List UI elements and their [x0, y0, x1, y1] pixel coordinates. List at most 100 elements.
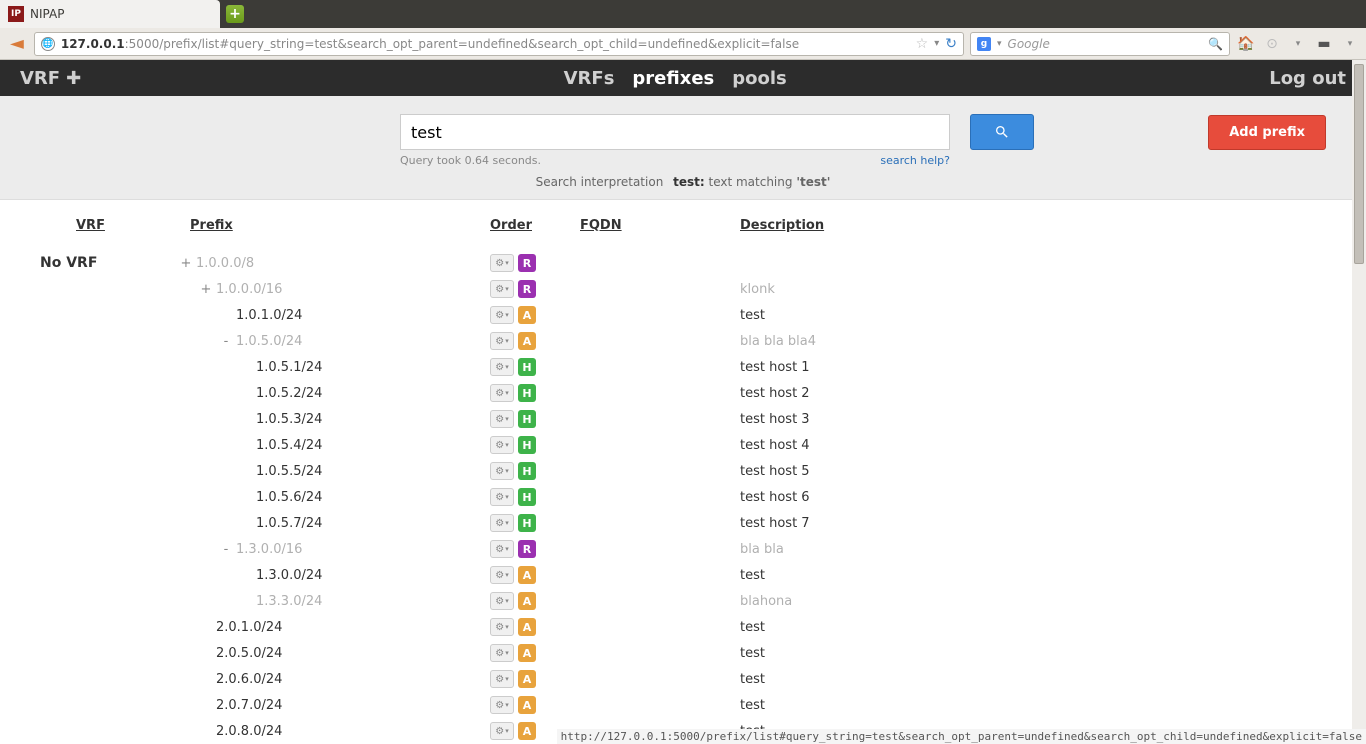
- cell-prefix[interactable]: 1.0.5.5/24: [180, 464, 490, 479]
- home-icon[interactable]: 🏠: [1236, 36, 1256, 52]
- cell-prefix[interactable]: -1.3.0.0/16: [180, 542, 490, 557]
- col-header-description[interactable]: Description: [740, 218, 1326, 233]
- gear-icon: ⚙: [495, 362, 504, 373]
- cell-prefix[interactable]: +1.0.0.0/16: [180, 282, 490, 297]
- cell-prefix[interactable]: 1.0.5.3/24: [180, 412, 490, 427]
- url-bar[interactable]: 🌐 127.0.0.1:5000/prefix/list#query_strin…: [34, 32, 964, 56]
- row-actions-button[interactable]: ⚙▾: [490, 618, 514, 636]
- table-row: 1.0.1.0/24⚙▾Atest: [40, 302, 1326, 328]
- nav-pools[interactable]: pools: [732, 68, 787, 89]
- row-actions-button[interactable]: ⚙▾: [490, 254, 514, 272]
- refresh-icon[interactable]: ↻: [945, 36, 957, 52]
- search-magnifier-icon[interactable]: 🔍: [1208, 37, 1223, 51]
- row-actions-button[interactable]: ⚙▾: [490, 462, 514, 480]
- tab-favicon: IP: [8, 6, 24, 22]
- expand-icon[interactable]: +: [200, 282, 212, 297]
- chevron-down-icon: ▾: [505, 311, 509, 319]
- cell-description: test host 1: [740, 360, 1326, 375]
- chevron-down-icon: ▾: [505, 441, 509, 449]
- cell-prefix[interactable]: +1.0.0.0/8: [180, 256, 490, 271]
- cell-order: ⚙▾A: [490, 618, 580, 636]
- row-actions-button[interactable]: ⚙▾: [490, 358, 514, 376]
- feed-icon[interactable]: ⊙: [1262, 36, 1282, 52]
- search-help-link[interactable]: search help?: [880, 154, 950, 167]
- cell-prefix[interactable]: 1.3.3.0/24: [180, 594, 490, 609]
- scrollbar-thumb[interactable]: [1354, 64, 1364, 264]
- collapse-icon[interactable]: -: [220, 542, 232, 557]
- col-header-vrf[interactable]: VRF: [40, 218, 180, 233]
- row-actions-button[interactable]: ⚙▾: [490, 644, 514, 662]
- gear-icon: ⚙: [495, 570, 504, 581]
- nav-vrfs[interactable]: VRFs: [564, 68, 615, 89]
- prefix-text: 2.0.6.0/24: [216, 672, 282, 687]
- cell-description: test host 6: [740, 490, 1326, 505]
- cell-prefix[interactable]: 1.0.5.7/24: [180, 516, 490, 531]
- url-dropdown-icon[interactable]: ▾: [934, 38, 939, 49]
- prefix-text: 1.0.5.5/24: [256, 464, 322, 479]
- new-tab-button[interactable]: +: [220, 0, 250, 28]
- col-header-fqdn[interactable]: FQDN: [580, 218, 740, 233]
- row-actions-button[interactable]: ⚙▾: [490, 566, 514, 584]
- nav-prefixes[interactable]: prefixes: [632, 68, 714, 89]
- toolbar-menu-icon[interactable]: ▾: [1340, 39, 1360, 49]
- search-button[interactable]: [970, 114, 1034, 150]
- vrf-selector-label[interactable]: VRF: [20, 68, 60, 89]
- plus-icon: +: [226, 5, 244, 23]
- row-actions-button[interactable]: ⚙▾: [490, 722, 514, 740]
- cell-vrf: No VRF: [40, 255, 180, 271]
- prefix-type-badge: A: [518, 306, 536, 324]
- cell-prefix[interactable]: 2.0.7.0/24: [180, 698, 490, 713]
- row-actions-button[interactable]: ⚙▾: [490, 488, 514, 506]
- row-actions-button[interactable]: ⚙▾: [490, 670, 514, 688]
- cell-prefix[interactable]: 1.0.5.4/24: [180, 438, 490, 453]
- back-button[interactable]: ◄: [6, 33, 28, 54]
- row-actions-button[interactable]: ⚙▾: [490, 332, 514, 350]
- col-header-order[interactable]: Order: [490, 218, 580, 233]
- row-actions-button[interactable]: ⚙▾: [490, 592, 514, 610]
- row-actions-button[interactable]: ⚙▾: [490, 696, 514, 714]
- collapse-icon[interactable]: -: [220, 334, 232, 349]
- prefix-search-input[interactable]: [400, 114, 950, 150]
- vrf-add-icon[interactable]: ✚: [66, 68, 81, 89]
- cell-prefix[interactable]: 2.0.6.0/24: [180, 672, 490, 687]
- col-header-prefix[interactable]: Prefix: [180, 218, 490, 233]
- prefix-text: 1.0.0.0/8: [196, 256, 254, 271]
- cell-prefix[interactable]: 1.0.1.0/24: [180, 308, 490, 323]
- gear-icon: ⚙: [495, 492, 504, 503]
- table-row: 1.3.3.0/24⚙▾Ablahona: [40, 588, 1326, 614]
- logout-link[interactable]: Log out: [1269, 68, 1346, 89]
- row-actions-button[interactable]: ⚙▾: [490, 280, 514, 298]
- table-row: 1.0.5.6/24 ⚙▾H test host 6: [40, 484, 1326, 510]
- row-actions-button[interactable]: ⚙▾: [490, 514, 514, 532]
- expand-icon[interactable]: +: [180, 256, 192, 271]
- cell-prefix[interactable]: 1.3.0.0/24: [180, 568, 490, 583]
- cell-prefix[interactable]: 2.0.1.0/24: [180, 620, 490, 635]
- browser-search-bar[interactable]: g ▾ Google 🔍: [970, 32, 1230, 56]
- search-interpretation: Search interpretation test: text matchin…: [40, 175, 1326, 189]
- row-actions-button[interactable]: ⚙▾: [490, 436, 514, 454]
- chevron-down-icon: ▾: [505, 467, 509, 475]
- cell-prefix[interactable]: 2.0.5.0/24: [180, 646, 490, 661]
- cell-prefix[interactable]: 1.0.5.2/24: [180, 386, 490, 401]
- browser-tab[interactable]: IP NIPAP: [0, 0, 220, 28]
- android-icon[interactable]: ▬: [1314, 36, 1334, 52]
- cell-order: ⚙▾H: [490, 488, 580, 506]
- cell-prefix[interactable]: -1.0.5.0/24: [180, 334, 490, 349]
- vertical-scrollbar[interactable]: [1352, 60, 1366, 732]
- row-actions-button[interactable]: ⚙▾: [490, 384, 514, 402]
- add-prefix-button[interactable]: Add prefix: [1208, 115, 1326, 150]
- cell-prefix[interactable]: 1.0.5.1/24: [180, 360, 490, 375]
- cell-prefix[interactable]: 1.0.5.6/24: [180, 490, 490, 505]
- table-header: VRF Prefix Order FQDN Description: [40, 212, 1326, 238]
- row-actions-button[interactable]: ⚙▾: [490, 410, 514, 428]
- menu-dropdown-icon[interactable]: ▾: [1288, 39, 1308, 49]
- row-actions-button[interactable]: ⚙▾: [490, 306, 514, 324]
- results-area: VRF Prefix Order FQDN Description No VRF…: [0, 200, 1366, 744]
- bookmark-star-icon[interactable]: ☆: [916, 36, 929, 52]
- row-actions-button[interactable]: ⚙▾: [490, 540, 514, 558]
- chevron-down-icon: ▾: [505, 415, 509, 423]
- prefix-text: 1.0.5.6/24: [256, 490, 322, 505]
- search-engine-dropdown-icon[interactable]: ▾: [997, 39, 1002, 49]
- cell-prefix[interactable]: 2.0.8.0/24: [180, 724, 490, 739]
- cell-description: test: [740, 672, 1326, 687]
